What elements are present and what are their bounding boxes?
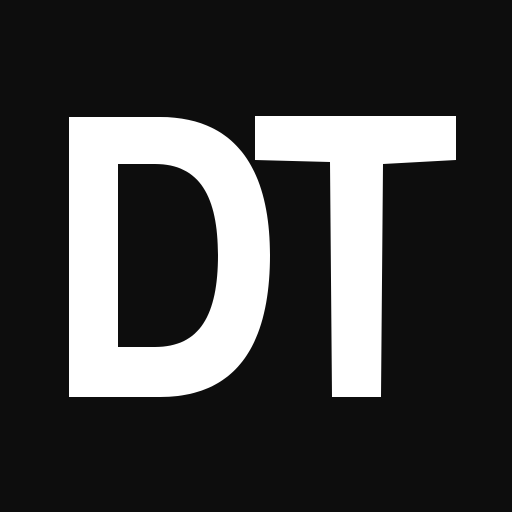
letter-d-glyph [69,117,270,397]
logo-tile [0,0,512,512]
dt-logo-mark [69,116,456,397]
letter-t-glyph [255,116,456,397]
